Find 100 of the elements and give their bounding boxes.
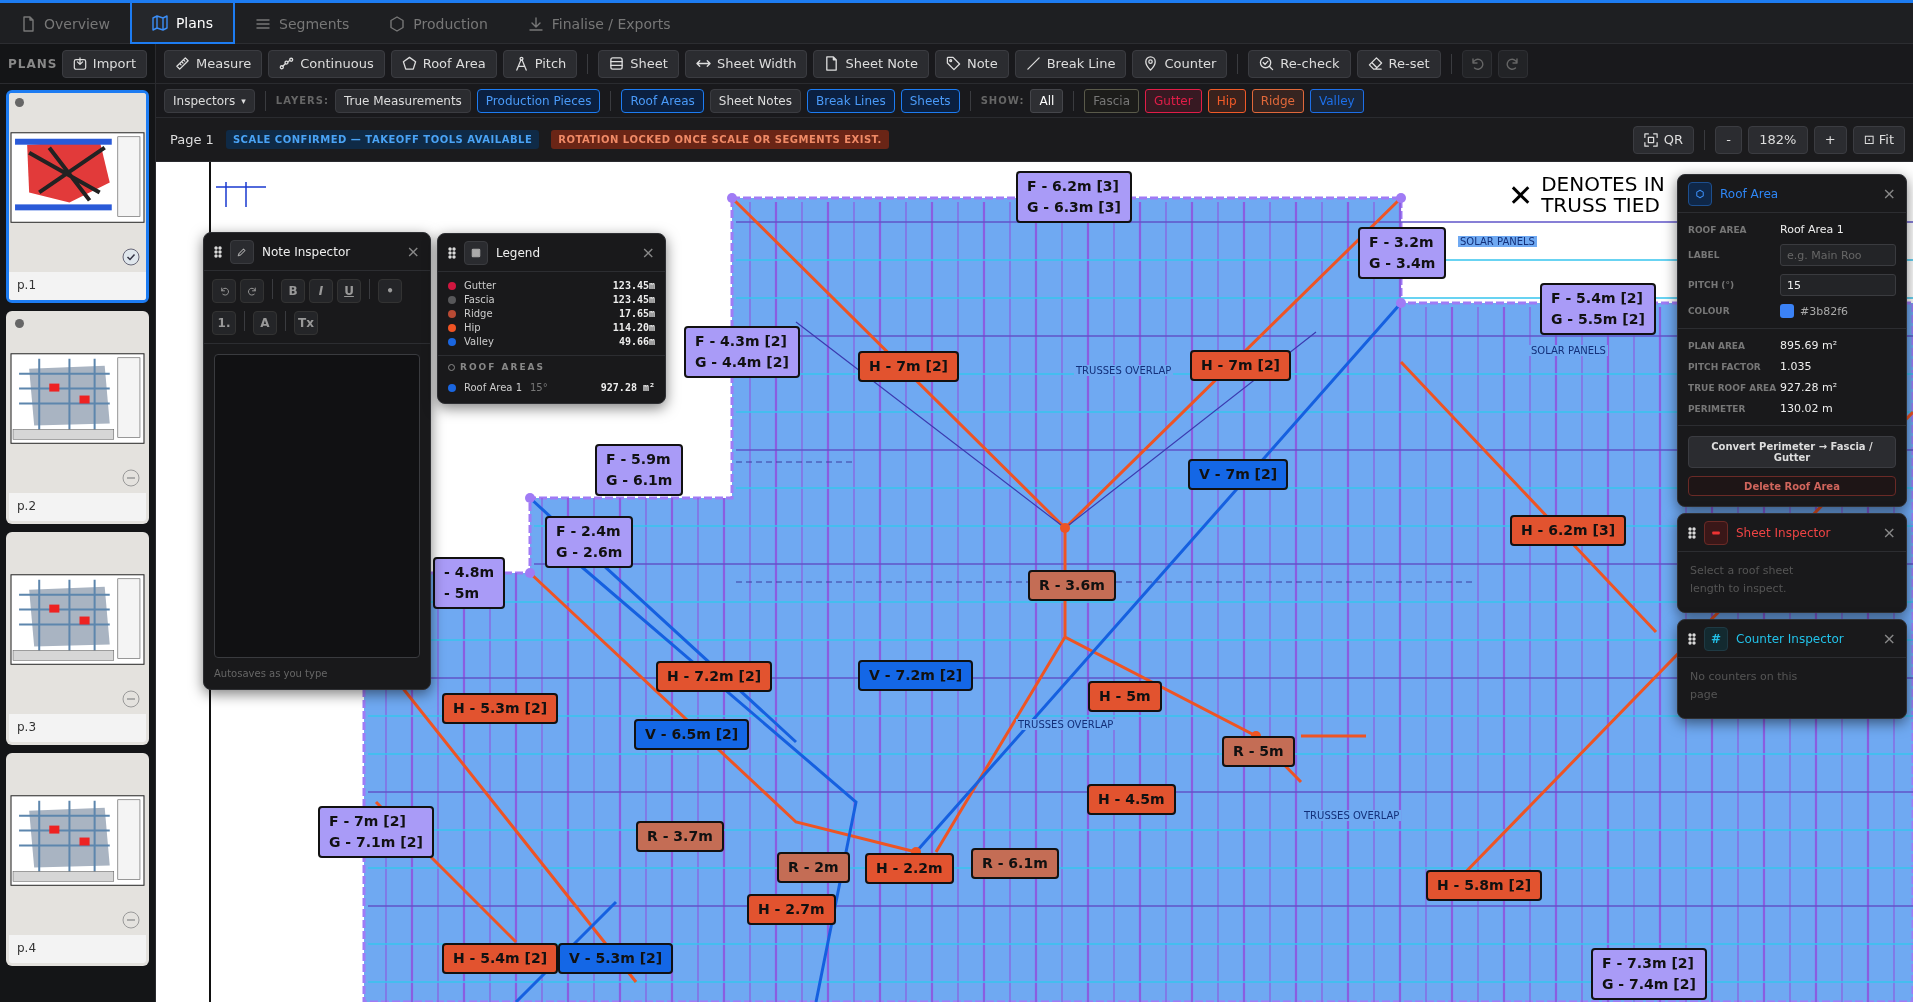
measurement-label[interactable]: F - 4.3m [2] G - 4.4m [2] — [684, 326, 800, 378]
inspectors-dropdown[interactable]: Inspectors ▾ — [164, 88, 255, 113]
format-button[interactable]: I — [309, 279, 333, 303]
measurement-label[interactable]: R - 3.7m — [636, 821, 724, 852]
measurement-label[interactable]: H - 4.5m — [1087, 784, 1176, 815]
plan-note: SOLAR PANELS — [1529, 345, 1608, 356]
text-color-button[interactable]: A — [253, 311, 277, 335]
measurement-label[interactable]: F - 5.9m G - 6.1m — [595, 444, 684, 496]
stat-value: 895.69 m² — [1780, 339, 1839, 352]
clear-format-button[interactable]: Tx — [294, 311, 318, 335]
filter-chip[interactable]: Gutter — [1145, 88, 1202, 113]
measurement-label[interactable]: F - 7.3m [2] G - 7.4m [2] — [1591, 948, 1707, 1000]
tool-button[interactable]: Break Line — [1014, 49, 1127, 78]
measurement-label[interactable]: V - 6.5m [2] — [634, 719, 750, 750]
measurement-label[interactable]: H - 5m — [1088, 681, 1162, 712]
color-swatch[interactable] — [1780, 304, 1794, 318]
layer-toggle[interactable]: Break Lines — [807, 88, 895, 113]
tool-button[interactable]: Note — [934, 49, 1009, 78]
input-field[interactable]: e.g. Main Roo — [1780, 244, 1896, 266]
tab[interactable]: Overview — [0, 3, 130, 44]
measurement-label[interactable]: H - 2.2m — [865, 853, 954, 884]
vertex-point — [525, 568, 535, 578]
delete-button[interactable]: Delete Roof Area — [1688, 476, 1896, 496]
import-button[interactable]: Import — [61, 49, 147, 78]
tool-button[interactable]: Re-set — [1356, 49, 1441, 78]
numbered-list-button[interactable]: 1. — [212, 311, 236, 335]
measurement-label[interactable]: F - 2.4m G - 2.6m — [545, 516, 634, 568]
tool-button[interactable]: Counter — [1132, 49, 1228, 78]
tab[interactable]: Finalise / Exports — [507, 3, 691, 44]
tab[interactable]: Segments — [235, 3, 370, 44]
convert-button[interactable]: Convert Perimeter → Fascia / Gutter — [1688, 436, 1896, 468]
measurement-label[interactable]: V - 7.2m [2] — [858, 660, 974, 691]
filter-chip[interactable]: Valley — [1309, 88, 1364, 113]
measurement-label[interactable]: R - 2m — [777, 852, 850, 883]
measurement-label[interactable]: R - 6.1m — [971, 848, 1059, 879]
page-thumbnail[interactable]: p.4 — [6, 753, 149, 966]
measurement-label[interactable]: H - 7.2m [2] — [656, 661, 773, 692]
tool-button[interactable]: Roof Area — [390, 49, 497, 78]
map-icon — [151, 14, 168, 31]
filter-chip[interactable]: All — [1030, 88, 1064, 113]
filter-chip[interactable]: Ridge — [1251, 88, 1304, 113]
tab[interactable]: Production — [369, 3, 508, 44]
tool-button[interactable]: Sheet Width — [684, 49, 808, 78]
page-thumbnail[interactable]: p.1 — [6, 90, 149, 303]
format-button[interactable]: B — [281, 279, 305, 303]
redo-button[interactable] — [240, 279, 264, 303]
field-label: LABEL — [1688, 250, 1721, 260]
tool-button[interactable]: Re-check — [1248, 49, 1351, 78]
check-circle-icon[interactable] — [122, 248, 140, 266]
input-field[interactable]: 15 — [1780, 274, 1896, 296]
layer-toggle[interactable]: Roof Areas — [621, 88, 704, 113]
tab[interactable]: Plans — [129, 3, 235, 44]
zoom-out-button[interactable]: - — [1715, 125, 1742, 154]
minus-circle-icon[interactable] — [122, 690, 140, 708]
measurement-label[interactable]: V - 5.3m [2] — [558, 943, 674, 974]
tool-button[interactable]: Continuous — [268, 49, 385, 78]
close-button[interactable]: × — [1882, 523, 1896, 542]
measurement-label[interactable]: H - 7m [2] — [1190, 350, 1292, 381]
field-value: Roof Area 1 — [1780, 223, 1845, 236]
minus-circle-icon[interactable] — [122, 911, 140, 929]
measurement-label[interactable]: F - 7m [2] G - 7.1m [2] — [318, 806, 434, 858]
page-thumbnail[interactable]: p.3 — [6, 532, 149, 745]
undo-button[interactable] — [212, 279, 236, 303]
fit-button[interactable]: ⊡ Fit — [1852, 125, 1905, 154]
filter-chip[interactable]: Fascia — [1084, 88, 1139, 113]
measurement-label[interactable]: H - 5.3m [2] — [442, 693, 559, 724]
close-button[interactable]: × — [1882, 629, 1896, 648]
tool-button[interactable]: Measure — [164, 49, 263, 78]
format-button[interactable]: U — [337, 279, 361, 303]
tool-button[interactable]: Pitch — [502, 49, 578, 78]
measurement-label[interactable]: H - 5.4m [2] — [442, 943, 559, 974]
measurement-label[interactable]: H - 6.2m [3] — [1510, 515, 1627, 546]
minus-circle-icon[interactable] — [122, 469, 140, 487]
page-thumbnail[interactable]: p.2 — [6, 311, 149, 524]
tool-button[interactable]: Sheet — [598, 49, 679, 78]
measurement-label[interactable]: F - 3.2m G - 3.4m — [1358, 227, 1447, 279]
measurement-label[interactable]: R - 5m — [1222, 736, 1295, 767]
layer-toggle[interactable]: True Measurements — [334, 88, 471, 113]
tool-button[interactable]: Sheet Note — [813, 49, 929, 78]
legend-name: Gutter — [464, 280, 498, 291]
zoom-in-button[interactable]: + — [1813, 125, 1847, 154]
close-button[interactable]: × — [1882, 184, 1896, 203]
layer-toggle[interactable]: Production Pieces — [476, 88, 601, 113]
measurement-label[interactable]: H - 7m [2] — [858, 351, 960, 382]
close-button[interactable]: × — [641, 243, 655, 262]
measurement-label[interactable]: - 4.8m - 5m — [433, 557, 506, 609]
layer-toggle[interactable]: Sheet Notes — [709, 88, 801, 113]
qr-button[interactable]: QR — [1632, 125, 1695, 154]
measurement-label[interactable]: F - 6.2m [3] G - 6.3m [3] — [1016, 171, 1132, 223]
layer-toggle[interactable]: Sheets — [900, 88, 960, 113]
measurement-label[interactable]: H - 5.8m [2] — [1426, 870, 1543, 901]
legend-value: 49.66m — [618, 336, 655, 347]
vertex-point — [1060, 523, 1070, 533]
measurement-label[interactable]: F - 5.4m [2] G - 5.5m [2] — [1540, 283, 1656, 335]
measurement-label[interactable]: H - 2.7m — [747, 894, 836, 925]
filter-chip[interactable]: Hip — [1207, 88, 1246, 113]
close-button[interactable]: × — [406, 242, 420, 261]
measurement-label[interactable]: R - 3.6m — [1028, 570, 1116, 601]
format-button[interactable]: • — [378, 279, 402, 303]
measurement-label[interactable]: V - 7m [2] — [1188, 459, 1289, 490]
